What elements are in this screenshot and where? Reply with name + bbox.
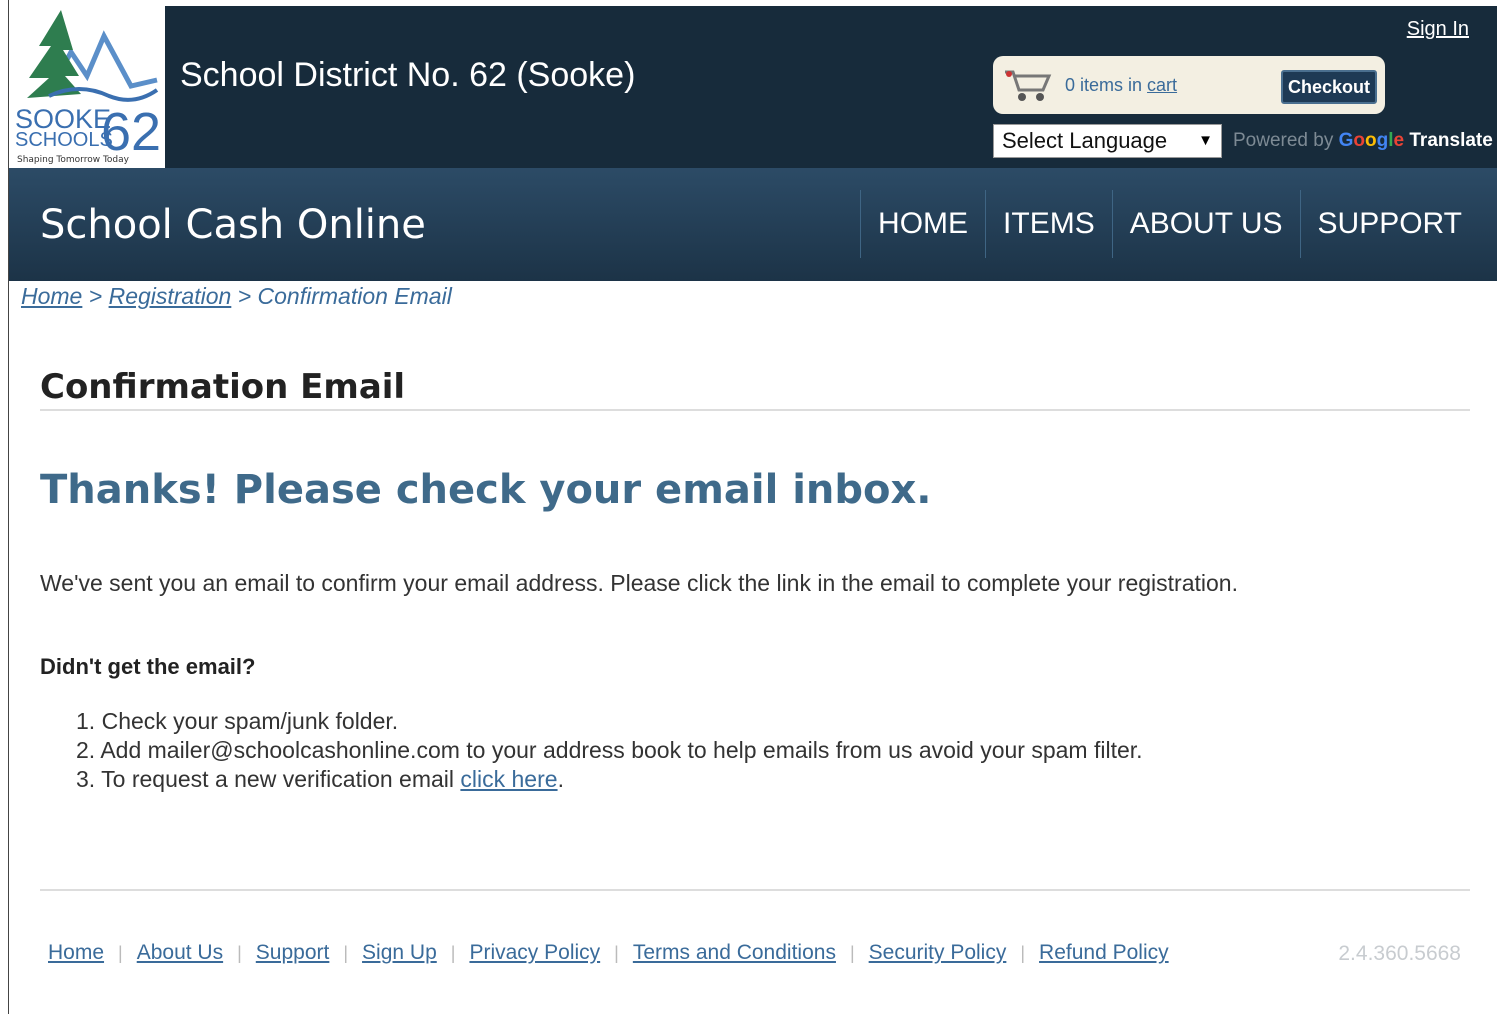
sign-in-link[interactable]: Sign In bbox=[1407, 18, 1469, 41]
google-letter: o bbox=[1365, 130, 1377, 151]
footer-link-home[interactable]: Home bbox=[48, 941, 104, 965]
cart-link[interactable]: cart bbox=[1147, 75, 1177, 95]
help-item-number: 2. bbox=[76, 737, 96, 763]
main-nav: School Cash Online HOME ITEMS ABOUT US S… bbox=[9, 168, 1497, 281]
help-subhead: Didn't get the email? bbox=[40, 654, 256, 679]
confirmation-headline: Thanks! Please check your email inbox. bbox=[40, 467, 932, 513]
version-label: 2.4.360.5668 bbox=[1338, 942, 1461, 965]
nav-item-about-us[interactable]: ABOUT US bbox=[1111, 190, 1300, 258]
logo-graphic: SOOKE SCHOOLS 62 Shaping Tomorrow Today bbox=[15, 10, 161, 165]
footer-link-security-policy[interactable]: Security Policy bbox=[869, 941, 1007, 965]
breadcrumb-separator: > bbox=[88, 283, 103, 309]
checkout-button[interactable]: Checkout bbox=[1281, 70, 1377, 104]
help-item-number: 3. bbox=[76, 766, 96, 792]
google-letter: o bbox=[1353, 130, 1366, 151]
nav-item-home[interactable]: HOME bbox=[860, 190, 985, 258]
help-list: 1. Check your spam/junk folder. 2. Add m… bbox=[76, 707, 1143, 794]
footer-separator: | bbox=[237, 942, 242, 963]
google-letter: g bbox=[1376, 130, 1389, 151]
confirmation-message: We've sent you an email to confirm your … bbox=[40, 570, 1238, 596]
help-item-text: Add mailer@schoolcashonline.com to your … bbox=[100, 737, 1143, 763]
district-logo[interactable]: SOOKE SCHOOLS 62 Shaping Tomorrow Today bbox=[9, 6, 165, 168]
footer-separator: | bbox=[343, 942, 349, 963]
footer-separator: | bbox=[614, 942, 619, 963]
language-select-value: Select Language bbox=[1002, 128, 1168, 153]
logo-line2: SCHOOLS bbox=[15, 129, 113, 151]
page-title: Confirmation Email bbox=[40, 367, 406, 407]
breadcrumb: Home > Registration > Confirmation Email bbox=[21, 283, 452, 310]
resend-verification-link[interactable]: click here bbox=[460, 766, 557, 792]
help-item: 2. Add mailer@schoolcashonline.com to yo… bbox=[76, 736, 1143, 765]
footer-link-sign-up[interactable]: Sign Up bbox=[362, 941, 437, 965]
help-item: 1. Check your spam/junk folder. bbox=[76, 707, 1143, 736]
shopping-cart-icon bbox=[1003, 68, 1055, 109]
footer-link-support[interactable]: Support bbox=[256, 941, 330, 965]
google-translate-credit: Powered by Google Translate bbox=[1233, 130, 1493, 152]
breadcrumb-current: Confirmation Email bbox=[257, 283, 452, 309]
divider bbox=[40, 889, 1470, 891]
google-logo: Google bbox=[1339, 130, 1404, 151]
footer-link-refund-policy[interactable]: Refund Policy bbox=[1039, 941, 1169, 965]
nav-item-items[interactable]: ITEMS bbox=[985, 190, 1112, 258]
footer-separator: | bbox=[849, 942, 855, 963]
breadcrumb-registration[interactable]: Registration bbox=[109, 283, 232, 309]
powered-by-text: Powered by bbox=[1233, 130, 1334, 151]
breadcrumb-separator: > bbox=[237, 283, 252, 309]
dropdown-arrow-icon: ▼ bbox=[1198, 132, 1213, 149]
footer-link-about-us[interactable]: About Us bbox=[137, 941, 223, 965]
breadcrumb-home[interactable]: Home bbox=[21, 283, 82, 309]
cart-widget: 0 items in cart Checkout bbox=[993, 56, 1385, 114]
help-item: 3. To request a new verification email c… bbox=[76, 765, 1143, 794]
google-letter: e bbox=[1393, 130, 1405, 151]
google-letter: G bbox=[1338, 130, 1354, 151]
help-item-tail: . bbox=[557, 766, 564, 792]
divider bbox=[40, 409, 1470, 411]
footer-link-terms[interactable]: Terms and Conditions bbox=[633, 941, 836, 965]
help-item-text: To request a new verification email bbox=[101, 766, 461, 792]
site-brand[interactable]: School Cash Online bbox=[40, 202, 426, 248]
help-item-number: 1. bbox=[76, 708, 96, 734]
top-header: SOOKE SCHOOLS 62 Shaping Tomorrow Today … bbox=[9, 6, 1497, 168]
footer-separator: | bbox=[1020, 942, 1026, 963]
district-title: School District No. 62 (Sooke) bbox=[180, 56, 636, 94]
footer-links: Home | About Us | Support | Sign Up | Pr… bbox=[48, 941, 1169, 965]
translate-link[interactable]: Translate bbox=[1409, 130, 1492, 151]
logo-tagline: Shaping Tomorrow Today bbox=[17, 155, 130, 165]
footer-separator: | bbox=[118, 942, 123, 963]
footer-link-privacy-policy[interactable]: Privacy Policy bbox=[469, 941, 600, 965]
nav-item-support[interactable]: SUPPORT bbox=[1299, 190, 1497, 258]
footer-separator: | bbox=[450, 942, 456, 963]
cart-status: 0 items in cart bbox=[1065, 75, 1177, 96]
language-select[interactable]: Select Language ▼ bbox=[993, 124, 1222, 158]
help-item-text: Check your spam/junk folder. bbox=[101, 708, 399, 734]
nav-menu: HOME ITEMS ABOUT US SUPPORT bbox=[860, 190, 1497, 258]
logo-number: 62 bbox=[101, 102, 161, 162]
cart-count: 0 items in bbox=[1065, 75, 1143, 95]
